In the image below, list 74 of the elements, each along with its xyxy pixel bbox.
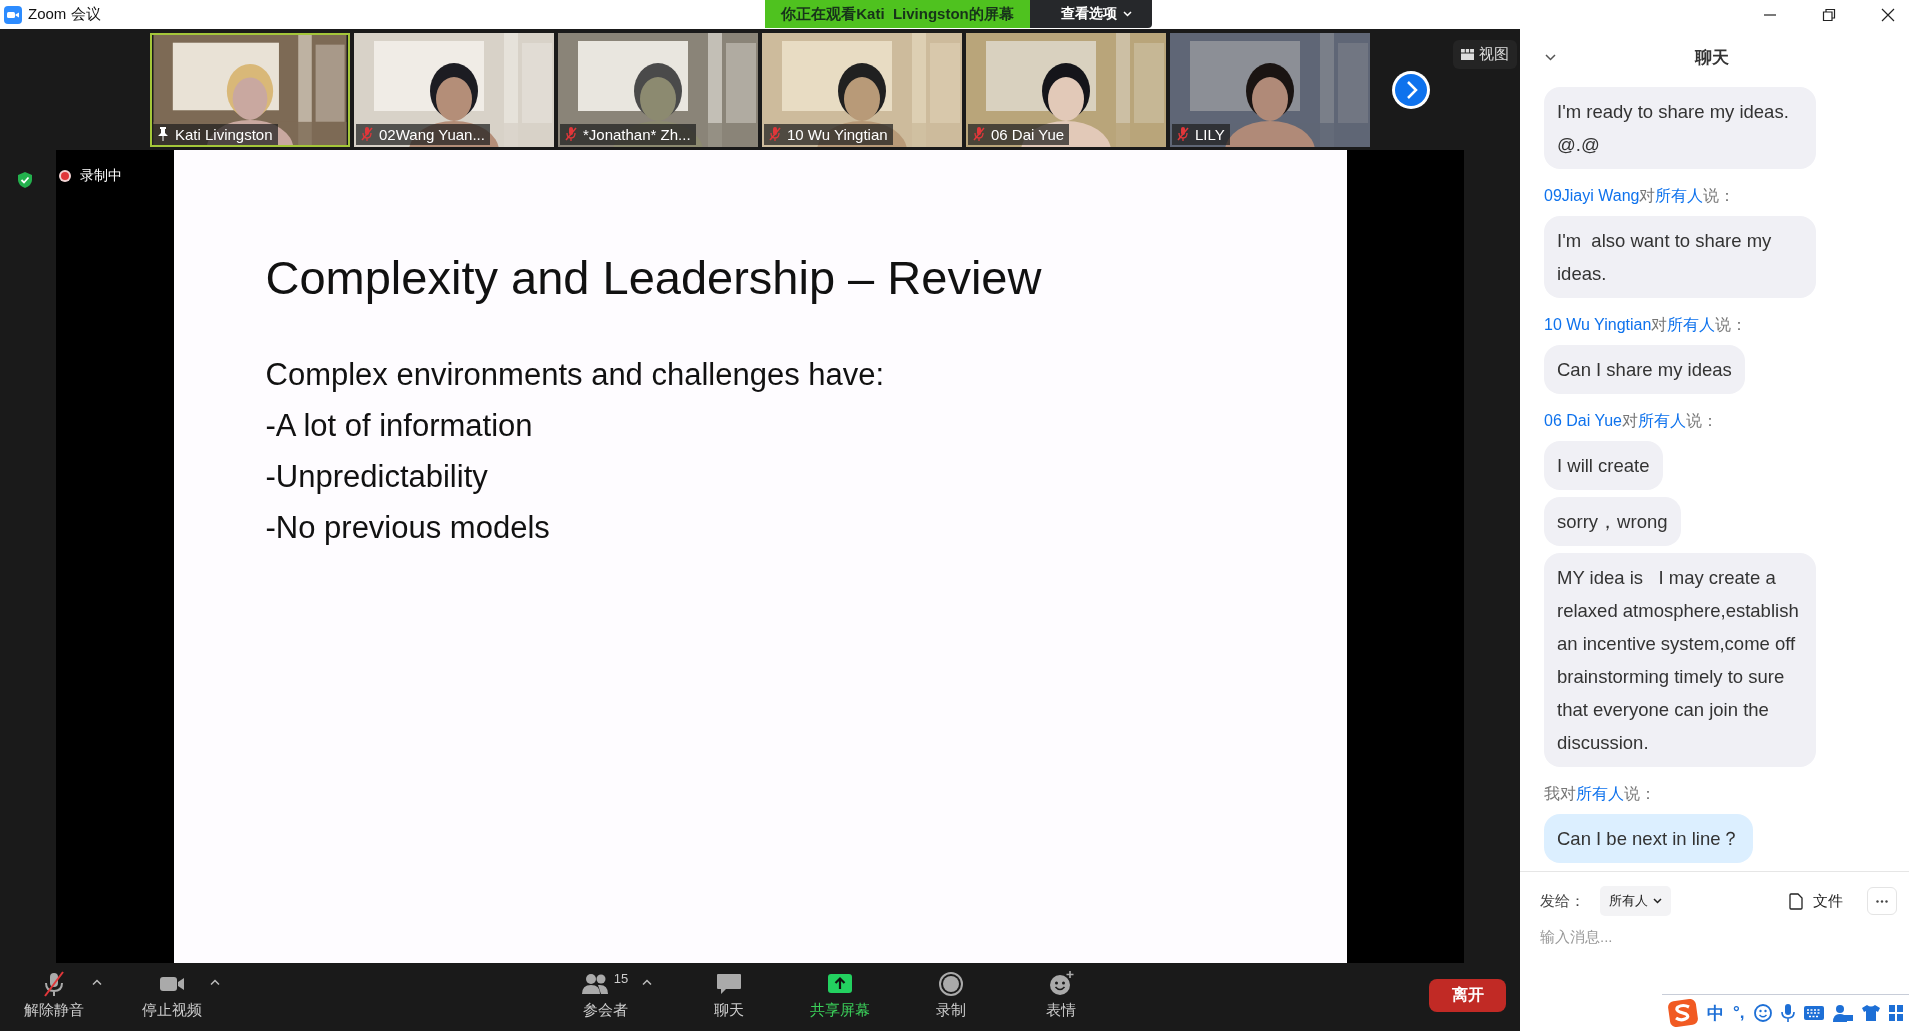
- leave-button[interactable]: 离开: [1429, 979, 1506, 1012]
- file-button[interactable]: 文件: [1783, 890, 1849, 912]
- window-title: Zoom 会议: [28, 5, 101, 24]
- chat-message: MY idea is I may create a relaxed atmosphere,establish an incentive system,come off brainstorming timely to sure that everyone can join the discussion.: [1544, 553, 1816, 767]
- record-icon: [938, 971, 964, 997]
- name-tag: *Jonathan* Zh...: [560, 123, 696, 145]
- grid-icon: [1461, 49, 1474, 60]
- panel-title: 聊天: [1694, 46, 1729, 69]
- chat-button[interactable]: 聊天: [696, 969, 762, 1022]
- smiley-icon: [1048, 971, 1074, 997]
- caret-up-icon[interactable]: [642, 979, 652, 985]
- recording-dot-icon: [59, 170, 71, 182]
- pin-icon: [157, 127, 169, 141]
- restore-icon[interactable]: [1822, 7, 1836, 22]
- slide-text: -Unpredictability: [265, 458, 489, 496]
- chat-message: sorry，wrong: [1544, 497, 1681, 546]
- video-button[interactable]: 停止视频: [138, 969, 206, 1022]
- name-tag: 10 Wu Yingtian: [764, 123, 893, 145]
- next-page-icon[interactable]: [1391, 69, 1431, 110]
- input-mode-toggle[interactable]: 中: [1707, 1001, 1724, 1025]
- people-icon: [581, 971, 608, 997]
- chat-message: Can I share my ideas: [1544, 345, 1745, 394]
- record-button[interactable]: 录制: [918, 969, 984, 1022]
- speech-bubble-icon: [716, 971, 742, 997]
- recording-label: 录制中: [80, 167, 122, 185]
- slide-text: -No previous models: [265, 509, 551, 547]
- participants-button[interactable]: 15 参会者: [572, 969, 638, 1022]
- keyboard-icon[interactable]: [1803, 1006, 1824, 1020]
- person-icon[interactable]: [1832, 1004, 1853, 1022]
- muted-mic-icon: [565, 127, 577, 141]
- view-button[interactable]: 视图: [1453, 40, 1517, 69]
- s-logo-icon[interactable]: [1668, 999, 1698, 1027]
- punctuation-toggle[interactable]: °,: [1733, 1003, 1745, 1023]
- slide-text: Complex environments and challenges have:: [265, 356, 886, 394]
- smiley-icon[interactable]: [1753, 1004, 1772, 1022]
- message-sender-line: 09Jiayi Wang对所有人说：: [1544, 186, 1736, 206]
- chevron-down-icon: [1653, 898, 1662, 904]
- message-sender-line: 我对所有人说：: [1544, 784, 1656, 804]
- chat-message: I will create: [1544, 441, 1663, 490]
- screen-share-notice: 你正在观看Kati Livingston的屏幕: [765, 0, 1030, 28]
- chevron-down-icon[interactable]: [1545, 54, 1556, 61]
- message-sender-line: 10 Wu Yingtian对所有人说：: [1544, 315, 1748, 335]
- microphone-icon[interactable]: [1780, 1004, 1795, 1022]
- name-tag: 06 Dai Yue: [968, 123, 1070, 145]
- slide-text: -A lot of information: [265, 407, 534, 445]
- close-icon[interactable]: [1881, 7, 1895, 22]
- caret-up-icon[interactable]: [92, 979, 102, 985]
- chat-message: I'm also want to share my ideas.: [1544, 216, 1816, 298]
- muted-mic-icon: [361, 127, 373, 141]
- message-sender-line: 06 Dai Yue对所有人说：: [1544, 411, 1718, 431]
- mic-button[interactable]: 解除静音: [20, 969, 88, 1022]
- chevron-down-icon: [1123, 11, 1132, 17]
- grid-icon[interactable]: [1888, 1004, 1903, 1022]
- chat-message: Can I be next in line？: [1544, 814, 1753, 863]
- slide-title: Complexity and Leadership – Review: [265, 250, 1043, 305]
- shirt-icon[interactable]: [1861, 1004, 1880, 1022]
- view-options-button[interactable]: 查看选项: [1030, 0, 1152, 28]
- video-camera-app-icon: [4, 5, 22, 24]
- send-to-label: 发给：: [1540, 891, 1586, 911]
- shield-icon: [18, 172, 32, 188]
- muted-mic-icon: [41, 971, 67, 997]
- muted-mic-icon: [1177, 127, 1189, 141]
- document-icon: [1789, 892, 1803, 910]
- name-tag: 02Wang Yuan...: [356, 123, 490, 145]
- reactions-button[interactable]: 表情: [1028, 969, 1094, 1022]
- muted-mic-icon: [769, 127, 781, 141]
- chat-message: I'm ready to share my ideas. @.@: [1544, 87, 1816, 169]
- name-tag: Kati Livingston: [152, 123, 278, 145]
- share-button[interactable]: 共享屏幕: [806, 969, 874, 1022]
- muted-mic-icon: [973, 127, 985, 141]
- name-tag: LILY: [1172, 123, 1230, 145]
- caret-up-icon[interactable]: [210, 979, 220, 985]
- more-icon: [1876, 899, 1888, 903]
- recipient-dropdown[interactable]: 所有人: [1600, 886, 1671, 916]
